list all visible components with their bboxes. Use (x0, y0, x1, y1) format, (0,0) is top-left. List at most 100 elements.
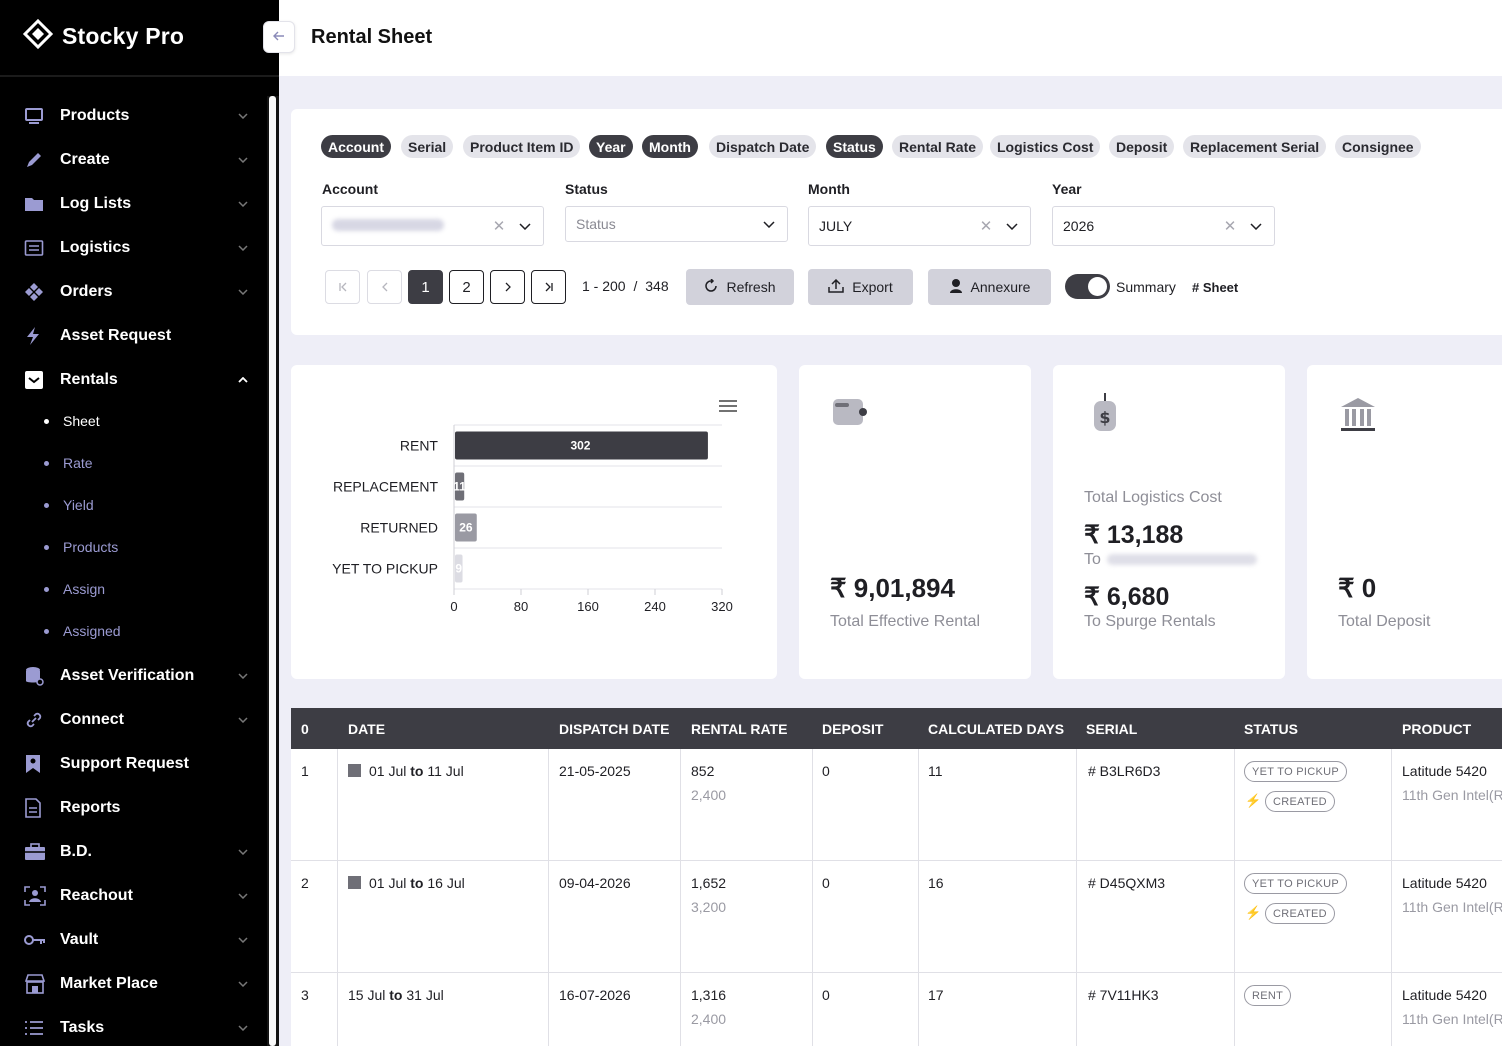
nav-item-products[interactable]: Products (24, 100, 250, 132)
nav-item-orders[interactable]: Orders (24, 276, 250, 308)
first-page-button[interactable] (325, 270, 360, 304)
bullet-icon (44, 460, 49, 466)
sub-item-label: Yield (63, 497, 94, 513)
nav-item-create[interactable]: Create (24, 144, 250, 176)
rental-rate: 852 (691, 763, 715, 779)
serial-value[interactable]: # D45QXM3 (1088, 875, 1165, 891)
clear-icon[interactable]: ✕ (491, 217, 507, 235)
col-date[interactable]: DATE (348, 721, 385, 737)
collapse-sidebar-button[interactable] (263, 21, 295, 53)
clear-icon[interactable]: ✕ (978, 217, 994, 235)
serial-value[interactable]: # 7V11HK3 (1088, 987, 1159, 1003)
nav-label: Asset Verification (60, 667, 195, 684)
chip-logistics-cost[interactable]: Logistics Cost (990, 135, 1101, 158)
refresh-button[interactable]: Refresh (686, 269, 794, 305)
nav-item-reachout[interactable]: Reachout (24, 880, 250, 912)
nav-item-bd[interactable]: B.D. (24, 836, 250, 868)
rental-rate-base: 2,400 (691, 787, 727, 803)
table-row[interactable]: 3 15 Jul to 31 Jul 16-07-2026 1,316 2,40… (291, 973, 1502, 1046)
dispatch-date: 21-05-2025 (559, 763, 631, 779)
nav-item-asset-verification[interactable]: Asset Verification (24, 660, 250, 692)
product-detail: 11th Gen Intel(R (1402, 787, 1502, 803)
svg-text:$: $ (1099, 408, 1110, 427)
export-button[interactable]: Export (808, 269, 913, 305)
col-index[interactable]: 0 (301, 721, 309, 737)
col-product[interactable]: PRODUCT (1402, 721, 1471, 737)
sub-item-rate[interactable]: Rate (44, 451, 93, 475)
nav-item-connect[interactable]: Connect (24, 704, 250, 736)
brand[interactable]: Stocky Pro (22, 18, 184, 54)
col-status[interactable]: STATUS (1244, 721, 1298, 737)
col-serial[interactable]: SERIAL (1086, 721, 1137, 737)
nav-item-market-place[interactable]: Market Place (24, 968, 250, 1000)
sub-item-yield[interactable]: Yield (44, 493, 94, 517)
table-row[interactable]: 1 01 Jul to 11 Jul 21-05-2025 852 2,400 … (291, 749, 1502, 861)
nav-item-logistics[interactable]: Logistics (24, 232, 250, 264)
col-calculated-days[interactable]: CALCULATED DAYS (928, 721, 1064, 737)
key-icon (24, 928, 52, 952)
chevron-up-icon (236, 373, 250, 387)
chevron-down-icon (236, 889, 250, 903)
chip-month[interactable]: Month (642, 135, 698, 158)
nav-item-log-lists[interactable]: Log Lists (24, 188, 250, 220)
sub-item-label: Products (63, 539, 119, 555)
page-1-button[interactable]: 1 (408, 270, 443, 304)
sidebar-scrollbar[interactable] (267, 96, 279, 1046)
chip-year[interactable]: Year (589, 135, 633, 158)
nav-item-tasks[interactable]: Tasks (24, 1012, 250, 1044)
nav-item-reports[interactable]: Reports (24, 792, 250, 824)
grid-diamond-icon (24, 280, 52, 304)
page-2-button[interactable]: 2 (449, 270, 484, 304)
chip-dispatch-date[interactable]: Dispatch Date (709, 135, 817, 158)
sub-item-sheet[interactable]: Sheet (44, 409, 100, 433)
product-name: Latitude 5420 (1402, 763, 1487, 779)
user-frame-icon (24, 884, 52, 908)
date-range: 01 Jul to 16 Jul (348, 875, 465, 891)
chevron-down-icon (236, 197, 250, 211)
serial-value[interactable]: # B3LR6D3 (1088, 763, 1160, 779)
annexure-button[interactable]: Annexure (928, 269, 1051, 305)
logistics-card: $ Total Logistics Cost ₹ 13,188 To ₹ 6,6… (1053, 365, 1285, 679)
app-name: Stocky Pro (62, 22, 185, 49)
summary-toggle[interactable] (1065, 274, 1110, 299)
chip-rental-rate[interactable]: Rental Rate (892, 135, 984, 158)
nav-item-rentals[interactable]: Rentals (24, 364, 250, 396)
nav-item-asset-request[interactable]: Asset Request (24, 320, 250, 352)
col-dispatch-date[interactable]: DISPATCH DATE (559, 721, 669, 737)
table-row[interactable]: 2 01 Jul to 16 Jul 09-04-2026 1,652 3,20… (291, 861, 1502, 973)
bookmark-icon (24, 752, 52, 776)
year-select[interactable]: 2026 ✕ (1052, 206, 1275, 246)
account-select[interactable]: ✕ (321, 206, 544, 246)
col-deposit[interactable]: DEPOSIT (822, 721, 883, 737)
sub-item-products[interactable]: Products (44, 535, 118, 559)
category-label: YET TO PICKUP (332, 561, 438, 577)
sub-item-assigned[interactable]: Assigned (44, 619, 121, 643)
clear-icon[interactable]: ✕ (1222, 217, 1238, 235)
page-total: 348 (645, 278, 669, 294)
status-select[interactable]: Status (565, 206, 788, 242)
prev-page-button[interactable] (367, 270, 402, 304)
scrollbar-thumb[interactable] (269, 96, 276, 1046)
last-page-icon (544, 279, 554, 296)
chip-deposit[interactable]: Deposit (1109, 135, 1175, 158)
month-select[interactable]: JULY ✕ (808, 206, 1031, 246)
last-page-button[interactable] (531, 270, 566, 304)
chip-serial[interactable]: Serial (401, 135, 454, 158)
col-rental-rate[interactable]: RENTAL RATE (691, 721, 787, 737)
chip-status[interactable]: Status (826, 135, 883, 158)
chip-consignee[interactable]: Consignee (1335, 135, 1421, 158)
nav-item-support-request[interactable]: Support Request (24, 748, 250, 780)
nav-label: Reports (60, 799, 121, 816)
sub-item-assign[interactable]: Assign (44, 577, 105, 601)
nav-label: Rentals (60, 371, 118, 388)
chip-replacement-serial[interactable]: Replacement Serial (1183, 135, 1327, 158)
chevron-down-icon (236, 109, 250, 123)
next-page-button[interactable] (490, 270, 525, 304)
status-label: Status (565, 181, 608, 197)
document-icon (24, 796, 52, 820)
chip-product-item-id[interactable]: Product Item ID (463, 135, 581, 158)
chevron-down-icon (236, 933, 250, 947)
nav-item-vault[interactable]: Vault (24, 924, 250, 956)
nav-label: Vault (60, 931, 99, 948)
chip-account[interactable]: Account (321, 135, 391, 158)
